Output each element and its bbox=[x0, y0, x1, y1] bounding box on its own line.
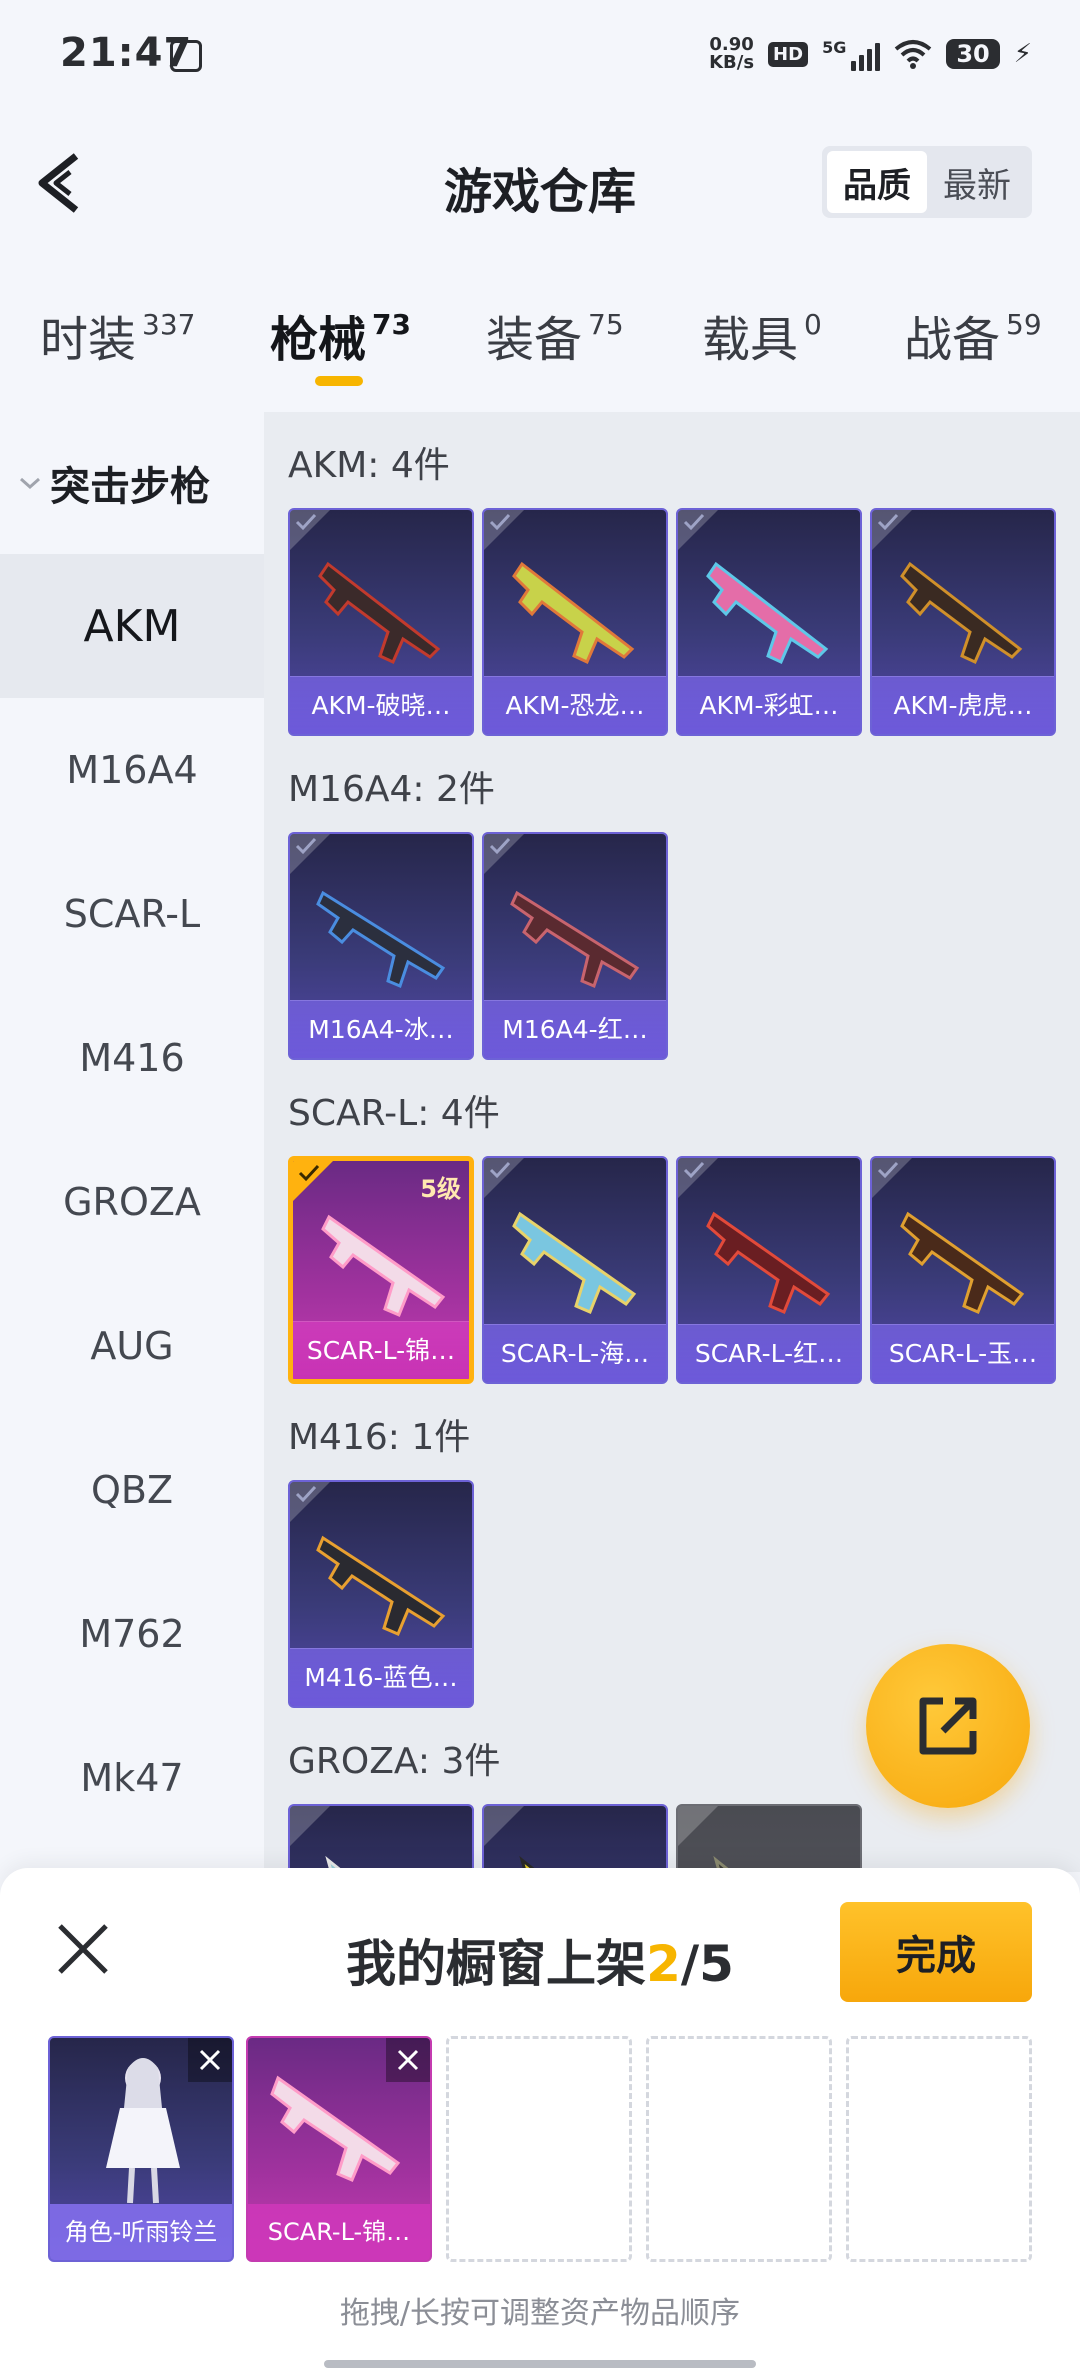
showcase-sheet: 我的橱窗上架2/5 完成 角色-听雨铃兰 SCAR-L-锦… 拖拽/长按可调整资… bbox=[0, 1868, 1080, 2376]
reorder-hint: 拖拽/长按可调整资产物品顺序 bbox=[339, 2296, 741, 2331]
sidebar-item-m16a4[interactable]: M16A4 bbox=[0, 698, 264, 842]
weapon-card[interactable]: M16A4-红… bbox=[482, 832, 668, 1060]
sort-latest-option[interactable]: 最新 bbox=[927, 151, 1027, 213]
sidebar-group-assault-rifle[interactable]: 突击步枪 bbox=[0, 412, 264, 554]
weapon-card[interactable]: SCAR-L-玉… bbox=[870, 1156, 1056, 1384]
sidebar-item-scar-l[interactable]: SCAR-L bbox=[0, 842, 264, 986]
check-icon bbox=[489, 513, 511, 531]
chevron-down-icon bbox=[20, 477, 40, 490]
rifle-icon bbox=[512, 1211, 637, 1314]
check-icon bbox=[295, 513, 317, 531]
sort-quality-option[interactable]: 品质 bbox=[827, 151, 927, 213]
tab-vehicles[interactable]: 载具 0 bbox=[702, 300, 822, 370]
share-button[interactable] bbox=[866, 1644, 1030, 1808]
check-icon bbox=[683, 1161, 705, 1179]
weapon-card-selected[interactable]: 5级 SCAR-L-锦… bbox=[288, 1156, 474, 1384]
sidebar-item-akm[interactable]: AKM bbox=[0, 554, 264, 698]
empty-slot[interactable] bbox=[846, 2036, 1032, 2262]
sort-toggle: 品质 最新 bbox=[822, 146, 1032, 218]
showcase-slot[interactable]: 角色-听雨铃兰 bbox=[48, 2036, 234, 2262]
check-icon bbox=[298, 1164, 320, 1182]
weapon-card[interactable]: AKM-彩虹… bbox=[676, 508, 862, 736]
remove-slot-button[interactable] bbox=[188, 2038, 232, 2082]
net-speed: 0.90 KB/s bbox=[709, 34, 755, 73]
rifle-icon bbox=[706, 1211, 831, 1314]
tab-equipment[interactable]: 装备 75 bbox=[486, 300, 624, 370]
section-label-scar-l: SCAR-L: 4件 bbox=[288, 1093, 500, 1134]
category-tabs: 时装 337 枪械 73 装备 75 载具 0 战备 59 bbox=[0, 300, 1080, 400]
check-icon bbox=[877, 1161, 899, 1179]
weapon-card[interactable]: M16A4-冰… bbox=[288, 832, 474, 1060]
weapon-card[interactable] bbox=[676, 1804, 862, 1872]
rifle-icon bbox=[316, 1535, 446, 1636]
close-icon bbox=[199, 2049, 221, 2071]
empty-slot[interactable] bbox=[446, 2036, 632, 2262]
wifi-icon bbox=[895, 40, 932, 69]
status-bar: 21:47 0.90 KB/s HD 5G 30 ⚡ bbox=[0, 0, 1080, 110]
weapon-card[interactable]: SCAR-L-海… bbox=[482, 1156, 668, 1384]
check-icon bbox=[295, 837, 317, 855]
rifle-icon bbox=[900, 1211, 1025, 1314]
weapon-card[interactable]: M416-蓝色… bbox=[288, 1480, 474, 1708]
weapon-card[interactable]: SCAR-L-红… bbox=[676, 1156, 862, 1384]
charging-icon: ⚡ bbox=[1013, 39, 1032, 69]
rifle-icon bbox=[510, 890, 640, 989]
rifle-icon bbox=[321, 1214, 446, 1317]
rifle-icon bbox=[318, 561, 441, 665]
battery-icon: 30 bbox=[946, 39, 1000, 69]
rifle-icon bbox=[900, 561, 1023, 665]
weapon-card[interactable] bbox=[482, 1804, 668, 1872]
rifle-icon bbox=[512, 561, 635, 665]
weapon-card[interactable] bbox=[288, 1804, 474, 1872]
close-icon bbox=[397, 2049, 419, 2071]
check-icon bbox=[489, 837, 511, 855]
weapon-type-sidebar: 突击步枪 AKM M16A4 SCAR-L M416 GROZA AUG QBZ… bbox=[0, 412, 264, 1872]
showcase-slot[interactable]: SCAR-L-锦… bbox=[246, 2036, 432, 2262]
sidebar-item-groza[interactable]: GROZA bbox=[0, 1130, 264, 1274]
weapon-card[interactable]: AKM-虎虎… bbox=[870, 508, 1056, 736]
section-label-m16a4: M16A4: 2件 bbox=[288, 769, 495, 810]
active-tab-indicator bbox=[315, 376, 363, 386]
empty-slot[interactable] bbox=[646, 2036, 832, 2262]
section-label-groza: GROZA: 3件 bbox=[288, 1741, 501, 1782]
home-indicator[interactable] bbox=[324, 2360, 756, 2368]
sidebar-item-m416[interactable]: M416 bbox=[0, 986, 264, 1130]
share-icon bbox=[919, 1697, 977, 1755]
section-label-akm: AKM: 4件 bbox=[288, 445, 450, 486]
sim-icon bbox=[170, 40, 202, 72]
check-icon bbox=[683, 513, 705, 531]
sidebar-item-qbz[interactable]: QBZ bbox=[0, 1418, 264, 1562]
sidebar-item-aug[interactable]: AUG bbox=[0, 1274, 264, 1418]
rifle-icon bbox=[316, 890, 446, 989]
sidebar-item-mk47[interactable]: Mk47 bbox=[0, 1706, 264, 1850]
tab-supplies[interactable]: 战备 59 bbox=[904, 300, 1042, 370]
rifle-icon bbox=[706, 561, 829, 665]
check-icon bbox=[295, 1485, 317, 1503]
weapon-card[interactable]: AKM-破晓… bbox=[288, 508, 474, 736]
remove-slot-button[interactable] bbox=[386, 2038, 430, 2082]
hd-icon: HD bbox=[768, 41, 809, 67]
done-button[interactable]: 完成 bbox=[840, 1902, 1032, 2002]
check-icon bbox=[877, 513, 899, 531]
sidebar-item-m762[interactable]: M762 bbox=[0, 1562, 264, 1706]
check-icon bbox=[489, 1161, 511, 1179]
signal-icon: 5G bbox=[822, 37, 881, 71]
tab-fashion[interactable]: 时装 337 bbox=[40, 300, 195, 370]
section-label-m416: M416: 1件 bbox=[288, 1417, 471, 1458]
tab-guns[interactable]: 枪械 73 bbox=[270, 300, 411, 370]
weapon-card[interactable]: AKM-恐龙… bbox=[482, 508, 668, 736]
